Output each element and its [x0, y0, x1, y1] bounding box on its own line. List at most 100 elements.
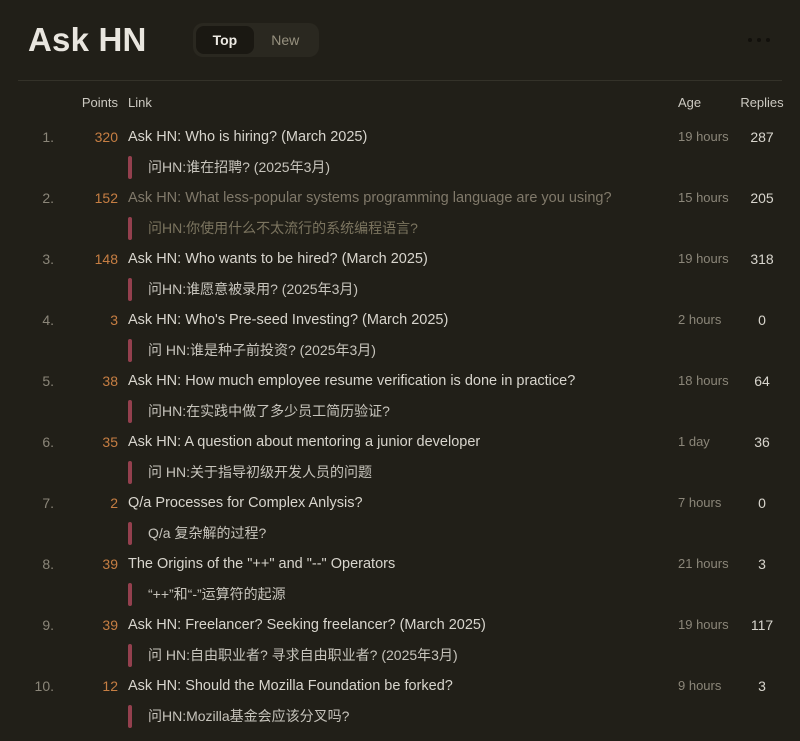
translation-accent-bar — [128, 583, 132, 606]
story-replies: 3 — [758, 556, 766, 572]
story-replies: 64 — [754, 373, 770, 389]
story-replies: 0 — [758, 495, 766, 511]
story-translation-text: 问HN:在实践中做了多少员工简历验证? — [148, 403, 390, 419]
tab-new[interactable]: New — [254, 26, 316, 54]
story-replies: 287 — [750, 129, 774, 145]
story-link-cell: Ask HN: A question about mentoring a jun… — [128, 432, 668, 484]
story-age: 19 hours — [678, 251, 729, 266]
story-rank: 4. — [42, 312, 54, 328]
story-points: 2 — [110, 495, 118, 511]
story-title-link[interactable]: Ask HN: Who is hiring? (March 2025) — [128, 127, 668, 147]
story-translation-text: 问HN:谁愿意被录用? (2025年3月) — [148, 281, 359, 297]
story-link-cell: Ask HN: What less-popular systems progra… — [128, 188, 668, 240]
story-row[interactable]: 8. 39 The Origins of the "++" and "--" O… — [0, 554, 800, 606]
story-translation-text: “++”和“-”运算符的起源 — [148, 586, 286, 602]
story-translation: 问HN:你使用什么不太流行的系统编程语言? — [128, 217, 668, 240]
story-rank: 7. — [42, 495, 54, 511]
story-title-link[interactable]: The Origins of the "++" and "--" Operato… — [128, 554, 668, 574]
story-translation-text: 问HN:Mozilla基金会应该分叉吗? — [148, 708, 350, 724]
story-link-cell: Q/a Processes for Complex Anlysis? Q/a 复… — [128, 493, 668, 545]
story-row[interactable]: 3. 148 Ask HN: Who wants to be hired? (M… — [0, 249, 800, 301]
translation-accent-bar — [128, 156, 132, 179]
story-title-link[interactable]: Ask HN: What less-popular systems progra… — [128, 188, 668, 208]
story-age: 19 hours — [678, 617, 729, 632]
story-points: 12 — [102, 678, 118, 694]
story-rank: 1. — [42, 129, 54, 145]
story-row[interactable]: 7. 2 Q/a Processes for Complex Anlysis? … — [0, 493, 800, 545]
story-points: 39 — [102, 617, 118, 633]
story-points: 3 — [110, 312, 118, 328]
story-translation: 问 HN:自由职业者? 寻求自由职业者? (2025年3月) — [128, 644, 668, 667]
story-row[interactable]: 9. 39 Ask HN: Freelancer? Seeking freela… — [0, 615, 800, 667]
story-rank: 5. — [42, 373, 54, 389]
story-translation: 问HN:谁愿意被录用? (2025年3月) — [128, 278, 668, 301]
story-points: 39 — [102, 556, 118, 572]
story-rank: 9. — [42, 617, 54, 633]
story-points: 35 — [102, 434, 118, 450]
page-title: Ask HN — [28, 21, 147, 58]
story-link-cell: Ask HN: Freelancer? Seeking freelancer? … — [128, 615, 668, 667]
story-age: 18 hours — [678, 373, 729, 388]
story-link-cell: Ask HN: Should the Mozilla Foundation be… — [128, 676, 668, 728]
story-link-cell: Ask HN: Who's Pre-seed Investing? (March… — [128, 310, 668, 362]
story-age: 2 hours — [678, 312, 722, 327]
translation-accent-bar — [128, 278, 132, 301]
translation-accent-bar — [128, 217, 132, 240]
story-row[interactable]: 6. 35 Ask HN: A question about mentoring… — [0, 432, 800, 484]
column-header-age: Age — [678, 95, 702, 110]
column-header-replies: Replies — [740, 95, 784, 110]
story-age: 1 day — [678, 434, 710, 449]
story-translation-text: Q/a 复杂解的过程? — [148, 525, 267, 541]
story-list: 1. 3 2 0 Ask HN: Who is hiring? (March 202… — [0, 127, 800, 728]
column-header-link: Link — [128, 95, 152, 110]
story-age: 21 hours — [678, 556, 729, 571]
story-title-link[interactable]: Ask HN: How much employee resume verific… — [128, 371, 668, 391]
story-translation-text: 问HN:你使用什么不太流行的系统编程语言? — [148, 220, 418, 236]
column-header-points: Points — [81, 95, 118, 110]
translation-accent-bar — [128, 705, 132, 728]
story-age: 19 hours — [678, 129, 729, 144]
story-translation: 问 HN:谁是种子前投资? (2025年3月) — [128, 339, 668, 362]
story-title-link[interactable]: Ask HN: Who wants to be hired? (March 20… — [128, 249, 668, 269]
story-link-cell: Ask HN: How much employee resume verific… — [128, 371, 668, 423]
story-translation-text: 问 HN:谁是种子前投资? (2025年3月) — [148, 342, 376, 358]
story-title-link[interactable]: Ask HN: A question about mentoring a jun… — [128, 432, 668, 452]
story-row[interactable]: 1. 320 Ask HN: Who is hiring? (March 202… — [0, 127, 800, 179]
table-header: Points Link Age Replies — [0, 94, 800, 112]
story-title-link[interactable]: Ask HN: Freelancer? Seeking freelancer? … — [128, 615, 668, 635]
story-link-cell: The Origins of the "++" and "--" Operato… — [128, 554, 668, 606]
story-age: 9 hours — [678, 678, 722, 693]
story-age: 15 hours — [678, 190, 729, 205]
story-age: 7 hours — [678, 495, 722, 510]
story-row[interactable]: 10. 12 Ask HN: Should the Mozilla Founda… — [0, 676, 800, 728]
translation-accent-bar — [128, 339, 132, 362]
story-replies: 3 — [758, 678, 766, 694]
tab-top[interactable]: Top — [195, 26, 255, 54]
story-title-link[interactable]: Q/a Processes for Complex Anlysis? — [128, 493, 668, 513]
story-row[interactable]: 5. 38 Ask HN: How much employee resume v… — [0, 371, 800, 423]
story-translation: 问 HN:关于指导初级开发人员的问题 — [128, 461, 668, 484]
story-translation: Q/a 复杂解的过程? — [128, 522, 668, 545]
translation-accent-bar — [128, 522, 132, 545]
overflow-menu-button[interactable] — [746, 34, 772, 46]
ellipsis-icon — [748, 38, 770, 42]
story-replies: 0 — [758, 312, 766, 328]
story-translation: “++”和“-”运算符的起源 — [128, 583, 668, 606]
story-rank: 6. — [42, 434, 54, 450]
story-row[interactable]: 2. 152 Ask HN: What less-popular systems… — [0, 188, 800, 240]
story-rank: 8. — [42, 556, 54, 572]
story-replies: 318 — [750, 251, 774, 267]
translation-accent-bar — [128, 400, 132, 423]
story-translation: 问HN:谁在招聘? (2025年3月) — [128, 156, 668, 179]
story-points: 152 — [94, 190, 118, 206]
story-translation-text: 问 HN:自由职业者? 寻求自由职业者? (2025年3月) — [148, 647, 458, 663]
header-divider — [18, 80, 782, 81]
tab-bar: Top New — [192, 23, 320, 57]
story-replies: 36 — [754, 434, 770, 450]
story-title-link[interactable]: Ask HN: Should the Mozilla Foundation be… — [128, 676, 668, 696]
story-rank: 3. — [42, 251, 54, 267]
story-points: 148 — [94, 251, 118, 267]
story-link-cell: Ask HN: Who wants to be hired? (March 20… — [128, 249, 668, 301]
story-row[interactable]: 4. 3 Ask HN: Who's Pre-seed Investing? (… — [0, 310, 800, 362]
story-title-link[interactable]: Ask HN: Who's Pre-seed Investing? (March… — [128, 310, 668, 330]
